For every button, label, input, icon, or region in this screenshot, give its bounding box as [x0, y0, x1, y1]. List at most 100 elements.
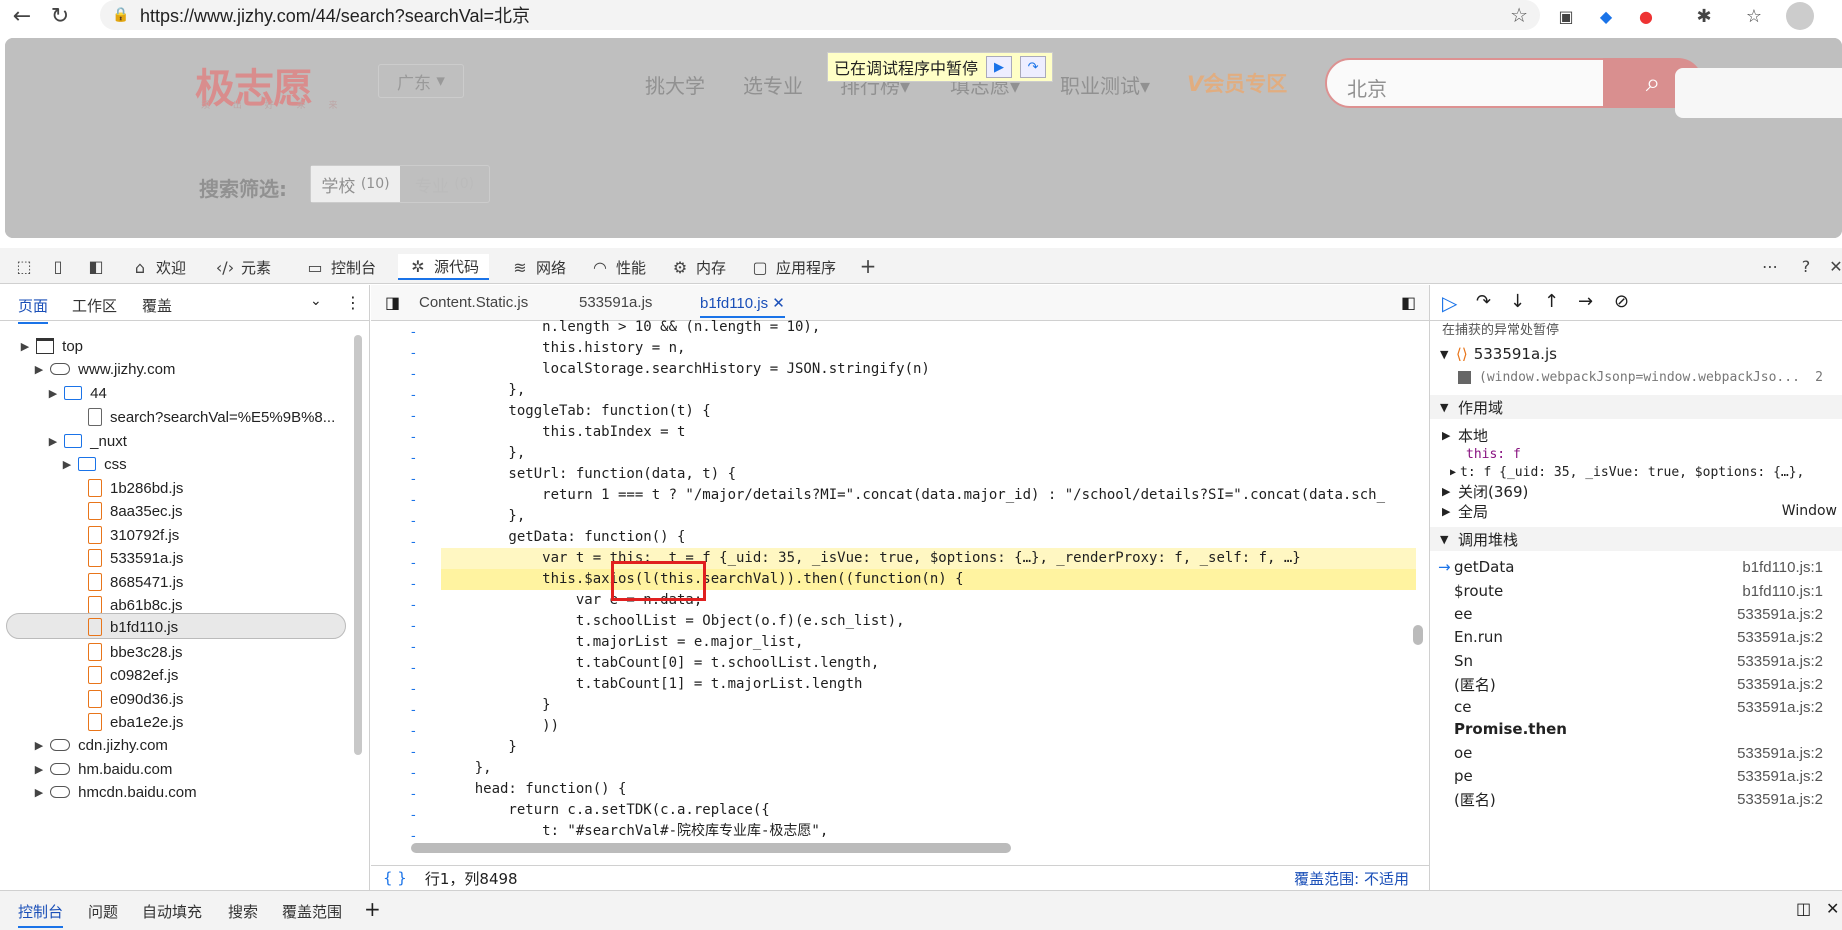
debugger-sidebar: ▷ ↷ ↓ ↑ → ⊘ 在捕获的异常处暂停 ▼ ⟨⟩ 533591a.js (win…	[1429, 285, 1842, 890]
step-over-icon[interactable]: ↷	[1476, 291, 1491, 312]
tree-item-domain[interactable]: ▶ hmcdn.baidu.com	[32, 780, 197, 804]
inspect-icon[interactable]: ⬚	[14, 256, 34, 276]
tab-console[interactable]: ▭ 控制台	[305, 254, 376, 280]
tree-item-file[interactable]: e090d36.js	[88, 687, 183, 711]
tab-application[interactable]: ▢ 应用程序	[750, 254, 836, 280]
tree-item-top[interactable]: ▶ top	[18, 334, 83, 358]
stack-frame[interactable]: Sn 533591a.js:2	[1430, 649, 1842, 673]
cloud-icon	[50, 763, 71, 775]
close-devtools-icon[interactable]: ✕	[1826, 256, 1842, 276]
tree-item-domain[interactable]: ▶ www.jizhy.com	[32, 357, 176, 381]
resume-icon[interactable]: ▶	[986, 56, 1013, 78]
toggle-navigator-icon[interactable]: ◨	[385, 293, 400, 312]
back-icon[interactable]: ←	[8, 2, 36, 30]
tree-item-file[interactable]: 310792f.js	[88, 523, 179, 547]
tree-item-file[interactable]: 8aa35ec.js	[88, 499, 183, 523]
drawer-tab-coverage[interactable]: 覆盖范围	[282, 901, 342, 922]
stack-frame[interactable]: (匿名) 533591a.js:2	[1430, 787, 1842, 811]
tree-item-file[interactable]: 8685471.js	[88, 570, 183, 594]
navigator-scrollbar[interactable]	[354, 335, 362, 755]
tree-item-domain[interactable]: ▶ cdn.jizhy.com	[32, 733, 168, 757]
toggle-debugger-icon[interactable]: ◧	[1401, 293, 1416, 312]
extension-red-icon[interactable]: ●	[1632, 2, 1660, 30]
stack-frame[interactable]: ce 533591a.js:2	[1430, 695, 1842, 719]
more-vertical-icon[interactable]: ⋮	[345, 293, 361, 312]
breakpoint-entry[interactable]: (window.webpackJsonp=window.webpackJso..…	[1430, 365, 1842, 389]
drawer-tab-issues[interactable]: 问题	[88, 901, 118, 922]
step-icon[interactable]: →	[1578, 291, 1593, 312]
editor-vertical-scrollbar[interactable]	[1413, 325, 1423, 845]
pause-caught-exceptions-option[interactable]: 在捕获的异常处暂停	[1430, 321, 1842, 336]
tree-item-folder[interactable]: ▶ 44	[46, 381, 107, 405]
editor-horizontal-scrollbar[interactable]	[411, 843, 1011, 853]
pretty-print-icon[interactable]: { }	[383, 869, 407, 887]
tree-item-file[interactable]: 533591a.js	[88, 546, 183, 570]
favorite-star-icon[interactable]: ☆	[1510, 3, 1528, 27]
code-content[interactable]: n.length > 10 && (n.length = 10), this.h…	[441, 317, 1416, 837]
stack-frame[interactable]: (匿名) 533591a.js:2	[1430, 672, 1842, 696]
reload-icon[interactable]: ↻	[46, 2, 74, 30]
add-drawer-tab-icon[interactable]: +	[364, 897, 381, 921]
coverage-status[interactable]: 覆盖范围: 不适用	[1294, 868, 1409, 889]
checkbox-checked[interactable]	[1458, 370, 1471, 384]
drawer-tab-search[interactable]: 搜索	[228, 901, 258, 922]
tab-page[interactable]: 页面	[18, 295, 49, 324]
tree-item-folder[interactable]: ▶ css	[60, 452, 127, 476]
tab-welcome[interactable]: ⌂ 欢迎	[130, 254, 186, 280]
stack-frame[interactable]: En.run 533591a.js:2	[1430, 625, 1842, 649]
stack-frame-fn: En.run	[1454, 628, 1503, 646]
help-icon[interactable]: ?	[1796, 256, 1816, 276]
extension-blue-icon[interactable]: ◆	[1592, 2, 1620, 30]
tab-network[interactable]: ≋ 网络	[510, 254, 566, 280]
scope-global[interactable]: ▶ 全局 Window	[1430, 499, 1842, 523]
tab-elements[interactable]: ‹/› 元素	[215, 254, 271, 280]
add-tab-icon[interactable]: +	[858, 254, 878, 278]
tab-workspace[interactable]: 工作区	[72, 295, 117, 316]
tree-item-domain[interactable]: ▶ hm.baidu.com	[32, 757, 173, 781]
tab-sources[interactable]: ✲ 源代码	[398, 254, 490, 280]
device-toggle-icon[interactable]: ▯	[48, 256, 68, 276]
deactivate-breakpoints-icon[interactable]: ⊘	[1614, 291, 1629, 312]
scope-section-header[interactable]: ▼ 作用域	[1430, 395, 1842, 419]
extension-icon[interactable]: ▣	[1552, 2, 1580, 30]
drawer-tab-console[interactable]: 控制台	[18, 901, 64, 928]
chevron-down-icon[interactable]: ⌄	[310, 293, 322, 309]
favorites-icon[interactable]: ☆	[1740, 2, 1768, 30]
stack-frame-current[interactable]: → getData b1fd110.js:1	[1430, 555, 1842, 579]
tree-item-file-selected[interactable]: b1fd110.js	[88, 615, 178, 639]
extensions-puzzle-icon[interactable]: ✱	[1690, 2, 1718, 30]
editor-tab-content-static[interactable]: Content.Static.js	[419, 294, 528, 311]
url-text[interactable]: https://www.jizhy.com/44/search?searchVa…	[140, 2, 530, 28]
stack-frame[interactable]: ee 533591a.js:2	[1430, 602, 1842, 626]
close-tab-icon[interactable]: ✕	[772, 295, 785, 312]
tree-item-file[interactable]: c0982ef.js	[88, 663, 178, 687]
stack-frame[interactable]: pe 533591a.js:2	[1430, 764, 1842, 788]
more-options-icon[interactable]: ⋯	[1760, 256, 1780, 276]
stack-frame[interactable]: $route b1fd110.js:1	[1430, 579, 1842, 603]
code-line: return c.a.setTDK(c.a.replace({	[441, 802, 770, 818]
address-bar[interactable]: 🔒 https://www.jizhy.com/44/search?search…	[100, 0, 1540, 30]
tab-overrides[interactable]: 覆盖	[142, 295, 172, 316]
breakpoint-file[interactable]: ▼ ⟨⟩ 533591a.js	[1430, 342, 1842, 366]
tree-item-file[interactable]: bbe3c28.js	[88, 640, 183, 664]
tree-item-file[interactable]: search?searchVal=%E5%9B%8...	[88, 405, 335, 429]
editor-tab-b1fd110[interactable]: b1fd110.js ✕	[700, 294, 785, 318]
tree-item-file[interactable]: eba1e2e.js	[88, 710, 183, 734]
tab-memory[interactable]: ⚙ 内存	[670, 254, 726, 280]
step-into-icon[interactable]: ↓	[1510, 291, 1525, 312]
callstack-section-header[interactable]: ▼ 调用堆栈	[1430, 527, 1842, 551]
step-over-icon[interactable]: ↷	[1020, 56, 1047, 78]
tree-item-file[interactable]: 1b286bd.js	[88, 476, 183, 500]
tree-item-folder[interactable]: ▶ _nuxt	[46, 429, 127, 453]
step-out-icon[interactable]: ↑	[1544, 291, 1559, 312]
dock-drawer-icon[interactable]: ◫	[1796, 899, 1811, 918]
tab-performance[interactable]: ◠ 性能	[590, 254, 646, 280]
editor-tab-533591a[interactable]: 533591a.js	[579, 294, 652, 311]
close-drawer-icon[interactable]: ✕	[1826, 899, 1839, 918]
dock-icon[interactable]: ◧	[86, 256, 106, 276]
profile-avatar[interactable]	[1786, 2, 1814, 30]
resume-icon[interactable]: ▷	[1442, 291, 1457, 315]
scroll-thumb[interactable]	[1413, 625, 1423, 645]
stack-frame[interactable]: oe 533591a.js:2	[1430, 741, 1842, 765]
drawer-tab-autofill[interactable]: 自动填充	[142, 901, 202, 922]
